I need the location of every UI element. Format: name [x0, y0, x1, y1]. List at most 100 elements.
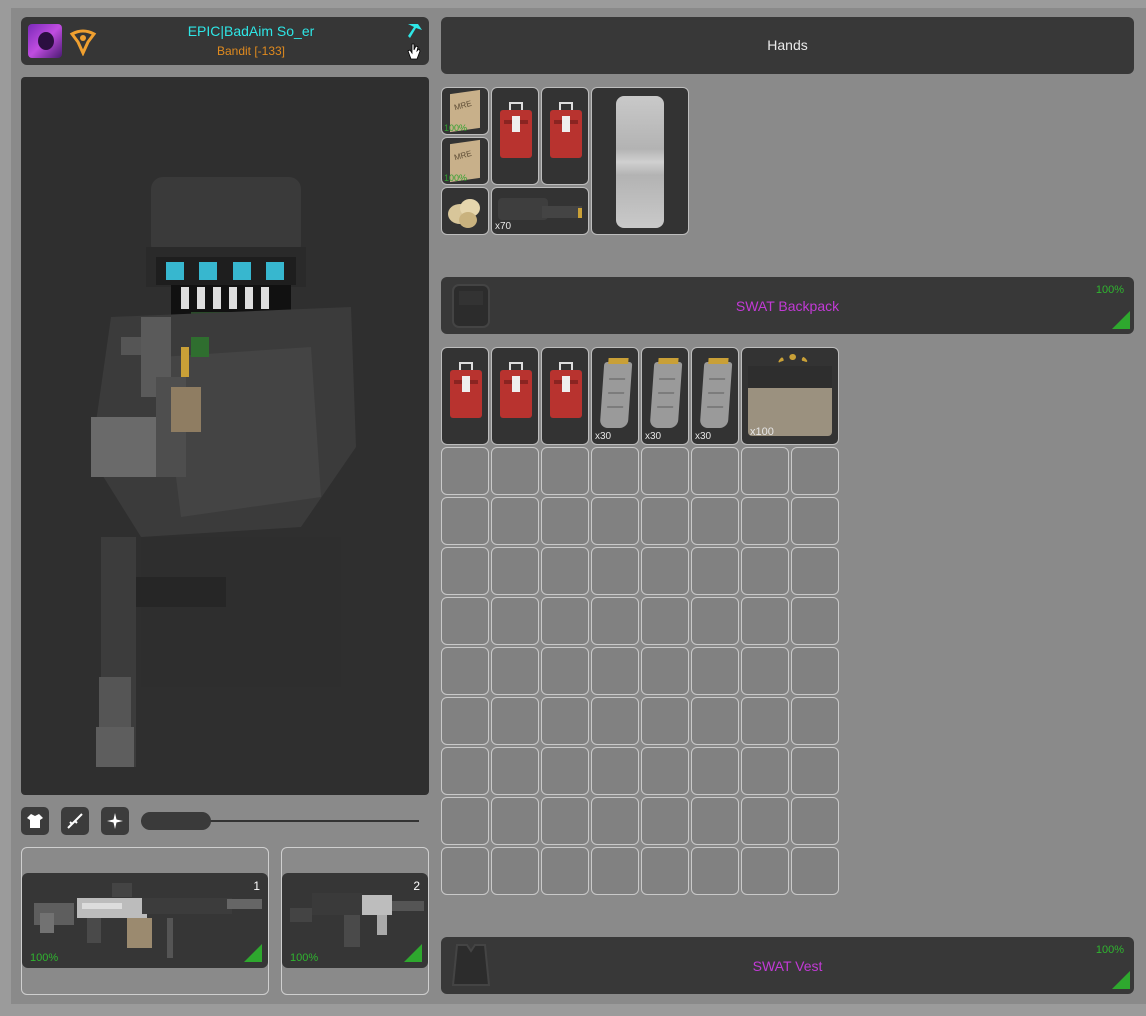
- backpack-empty-slot[interactable]: [491, 497, 539, 545]
- backpack-empty-slot[interactable]: [791, 797, 839, 845]
- bandage-slot[interactable]: [441, 187, 489, 235]
- backpack-empty-slot[interactable]: [791, 697, 839, 745]
- large-item-slot[interactable]: [591, 87, 689, 235]
- backpack-empty-slot[interactable]: [541, 497, 589, 545]
- backpack-empty-slot[interactable]: [791, 847, 839, 895]
- backpack-empty-slot[interactable]: [441, 447, 489, 495]
- backpack-empty-slot[interactable]: [441, 747, 489, 795]
- backpack-empty-slot[interactable]: [691, 647, 739, 695]
- backpack-empty-slot[interactable]: [741, 697, 789, 745]
- ammo-belt-slot[interactable]: x70: [491, 187, 589, 235]
- primary-weapon-slot[interactable]: 1 100%: [21, 847, 269, 995]
- backpack-empty-slot[interactable]: [491, 597, 539, 645]
- backpack-empty-slot[interactable]: [491, 797, 539, 845]
- backpack-empty-slot[interactable]: [441, 697, 489, 745]
- backpack-empty-slot[interactable]: [541, 847, 589, 895]
- backpack-empty-slot[interactable]: [691, 697, 739, 745]
- backpack-empty-slot[interactable]: [791, 497, 839, 545]
- backpack-empty-slot[interactable]: [491, 697, 539, 745]
- backpack-empty-slot[interactable]: [641, 447, 689, 495]
- backpack-empty-slot[interactable]: [791, 597, 839, 645]
- backpack-empty-slot[interactable]: [541, 697, 589, 745]
- zoom-slider[interactable]: [141, 812, 419, 830]
- backpack-empty-slot[interactable]: [591, 447, 639, 495]
- backpack-empty-slot[interactable]: [691, 547, 739, 595]
- hand-cursor-icon[interactable]: [406, 42, 422, 60]
- backpack-empty-slot[interactable]: [641, 847, 689, 895]
- backpack-empty-slot[interactable]: [541, 447, 589, 495]
- backpack-empty-slot[interactable]: [591, 647, 639, 695]
- pickaxe-icon[interactable]: [404, 22, 424, 40]
- weapons-tab-button[interactable]: [61, 807, 89, 835]
- backpack-empty-slot[interactable]: [741, 797, 789, 845]
- backpack-empty-slot[interactable]: [541, 797, 589, 845]
- backpack-header[interactable]: SWAT Backpack 100%: [441, 277, 1134, 334]
- backpack-empty-slot[interactable]: [591, 697, 639, 745]
- backpack-empty-slot[interactable]: [441, 647, 489, 695]
- vest-header[interactable]: SWAT Vest 100%: [441, 937, 1134, 994]
- backpack-empty-slot[interactable]: [591, 497, 639, 545]
- backpack-empty-slot[interactable]: [741, 447, 789, 495]
- zoom-slider-handle[interactable]: [141, 812, 211, 830]
- backpack-empty-slot[interactable]: [741, 547, 789, 595]
- backpack-empty-slot[interactable]: [441, 497, 489, 545]
- backpack-empty-slot[interactable]: [641, 597, 689, 645]
- effects-tab-button[interactable]: [101, 807, 129, 835]
- backpack-empty-slot[interactable]: [591, 797, 639, 845]
- backpack-empty-slot[interactable]: [741, 847, 789, 895]
- backpack-slot-medkit[interactable]: [541, 347, 589, 445]
- backpack-empty-slot[interactable]: [541, 597, 589, 645]
- backpack-empty-slot[interactable]: [691, 847, 739, 895]
- secondary-weapon-card[interactable]: 2 100%: [282, 873, 428, 968]
- backpack-empty-slot[interactable]: [641, 797, 689, 845]
- backpack-empty-slot[interactable]: [791, 547, 839, 595]
- secondary-weapon-slot[interactable]: 2 100%: [281, 847, 429, 995]
- clothing-tab-button[interactable]: [21, 807, 49, 835]
- backpack-empty-slot[interactable]: [741, 497, 789, 545]
- backpack-slot-magazine[interactable]: x30: [691, 347, 739, 445]
- backpack-empty-slot[interactable]: [591, 847, 639, 895]
- backpack-empty-slot[interactable]: [741, 647, 789, 695]
- backpack-empty-slot[interactable]: [691, 447, 739, 495]
- backpack-empty-slot[interactable]: [791, 647, 839, 695]
- mre-slot[interactable]: MRE 100%: [441, 87, 489, 135]
- backpack-empty-slot[interactable]: [491, 447, 539, 495]
- backpack-empty-slot[interactable]: [641, 747, 689, 795]
- backpack-empty-slot[interactable]: [491, 647, 539, 695]
- primary-weapon-card[interactable]: 1 100%: [22, 873, 268, 968]
- medkit-slot[interactable]: [491, 87, 539, 185]
- backpack-slot-medkit[interactable]: [491, 347, 539, 445]
- backpack-empty-slot[interactable]: [691, 747, 739, 795]
- backpack-empty-slot[interactable]: [541, 547, 589, 595]
- backpack-empty-slot[interactable]: [591, 597, 639, 645]
- backpack-empty-slot[interactable]: [441, 597, 489, 645]
- backpack-empty-slot[interactable]: [591, 747, 639, 795]
- backpack-empty-slot[interactable]: [641, 547, 689, 595]
- backpack-empty-slot[interactable]: [441, 847, 489, 895]
- backpack-slot-medkit[interactable]: [441, 347, 489, 445]
- backpack-empty-slot[interactable]: [691, 497, 739, 545]
- backpack-slot-magazine[interactable]: x30: [591, 347, 639, 445]
- backpack-empty-slot[interactable]: [791, 447, 839, 495]
- backpack-empty-slot[interactable]: [691, 797, 739, 845]
- backpack-slot-magazine[interactable]: x30: [641, 347, 689, 445]
- backpack-empty-slot[interactable]: [541, 747, 589, 795]
- backpack-empty-slot[interactable]: [641, 647, 689, 695]
- backpack-empty-slot[interactable]: [791, 747, 839, 795]
- backpack-slot-ammo-box[interactable]: x100: [741, 347, 839, 445]
- backpack-empty-slot[interactable]: [491, 847, 539, 895]
- backpack-empty-slot[interactable]: [541, 647, 589, 695]
- backpack-empty-slot[interactable]: [491, 747, 539, 795]
- backpack-empty-slot[interactable]: [741, 597, 789, 645]
- medkit-slot[interactable]: [541, 87, 589, 185]
- backpack-empty-slot[interactable]: [441, 547, 489, 595]
- mre-slot[interactable]: MRE 100%: [441, 137, 489, 185]
- backpack-empty-slot[interactable]: [691, 597, 739, 645]
- character-preview[interactable]: [21, 77, 429, 795]
- backpack-empty-slot[interactable]: [491, 547, 539, 595]
- backpack-empty-slot[interactable]: [591, 547, 639, 595]
- backpack-empty-slot[interactable]: [741, 747, 789, 795]
- backpack-empty-slot[interactable]: [641, 497, 689, 545]
- backpack-empty-slot[interactable]: [441, 797, 489, 845]
- backpack-empty-slot[interactable]: [641, 697, 689, 745]
